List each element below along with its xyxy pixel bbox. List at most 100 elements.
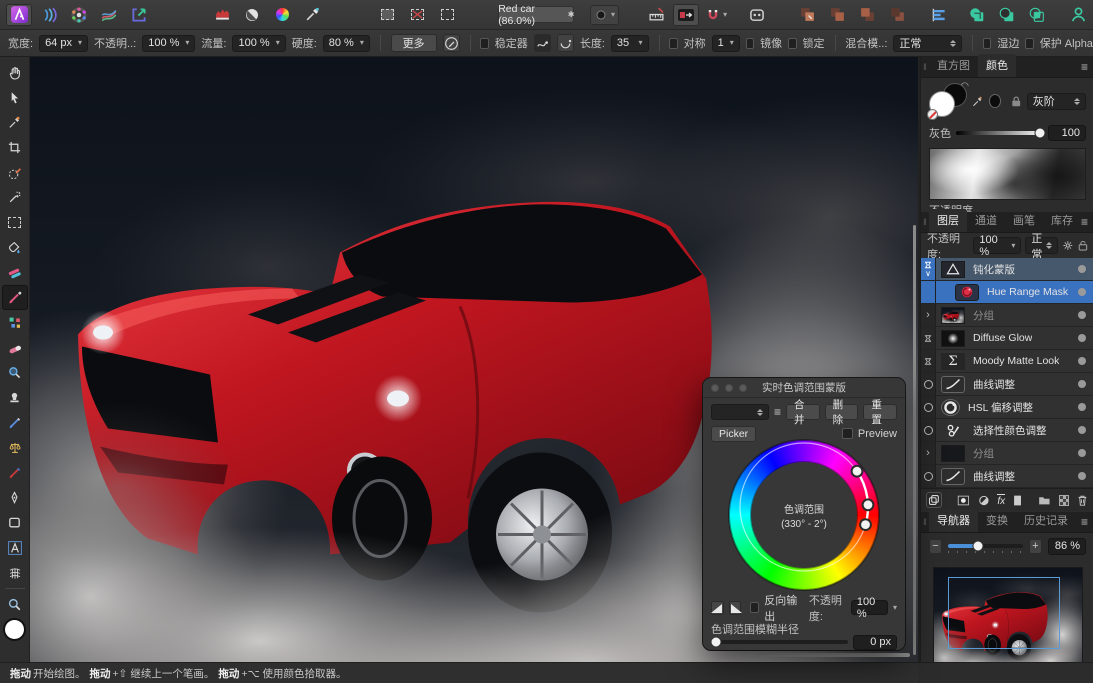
selection-brush-tool[interactable] <box>2 160 28 185</box>
paint-mixer-brush-tool[interactable] <box>2 460 28 485</box>
reset-button[interactable]: 重置 <box>863 404 897 420</box>
blur-radius-slider[interactable] <box>711 640 848 644</box>
tab-history[interactable]: 历史记录 <box>1016 509 1076 532</box>
lock-icon[interactable] <box>1011 95 1021 108</box>
panel-grip[interactable]: ‖ <box>921 512 929 532</box>
tab-histogram[interactable]: 直方图 <box>929 54 978 77</box>
pen-tool[interactable] <box>2 485 28 510</box>
layer-row-unsharp-mask[interactable]: ∨ 钝化蒙版 <box>921 258 1093 281</box>
flood-select-tool[interactable] <box>2 185 28 210</box>
delete-button[interactable]: 删除 <box>825 404 859 420</box>
gray-slider-knob[interactable] <box>1035 128 1046 139</box>
move-by-whole-pixels-button[interactable]: ▾ <box>703 4 729 26</box>
layer-row-group-2[interactable]: › 分组 <box>921 442 1093 465</box>
add-mask-icon[interactable] <box>957 494 970 507</box>
mirror-checkbox[interactable] <box>746 38 754 49</box>
layer-row-group-1[interactable]: › <box>921 304 1093 327</box>
account-button[interactable] <box>1065 4 1091 26</box>
auto-white-balance-button[interactable] <box>299 4 325 26</box>
select-all-button[interactable] <box>375 4 401 26</box>
boolean-intersect-button[interactable] <box>1024 4 1050 26</box>
tab-channels[interactable]: 通道 <box>967 209 1005 232</box>
hue-wheel[interactable]: 色调范围 (330° - 2°) <box>729 440 879 590</box>
preset-dropdown[interactable] <box>711 404 769 420</box>
picker-button[interactable]: Picker <box>711 426 756 442</box>
zoom-in-button[interactable]: + <box>1029 539 1042 554</box>
minimize-window-button[interactable] <box>725 384 733 392</box>
photo-persona-button[interactable] <box>6 4 32 26</box>
preview-checkbox[interactable] <box>842 428 853 439</box>
dodge-burn-tool[interactable] <box>2 435 28 460</box>
hardness-field[interactable]: 80 %▾ <box>323 35 370 52</box>
document-tab[interactable]: Red car (86.0%) ✱ <box>498 6 574 23</box>
liquify-persona-button[interactable] <box>36 4 62 26</box>
blend-mode-dropdown[interactable]: 正常 <box>893 35 962 52</box>
layer-row-diffuse-glow[interactable]: Diffuse Glow <box>921 327 1093 350</box>
collapse-icon[interactable]: › <box>926 447 930 459</box>
move-backward-button[interactable] <box>854 4 880 26</box>
zoom-slider[interactable] <box>948 544 1023 548</box>
symmetry-count-field[interactable]: 1▾ <box>712 35 740 52</box>
gray-preview-box[interactable] <box>929 148 1086 200</box>
blur-radius-value[interactable]: 0 px <box>853 635 897 650</box>
assistant-button[interactable] <box>744 4 770 26</box>
invert-selection-button[interactable] <box>435 4 461 26</box>
color-replacement-brush-tool[interactable] <box>2 310 28 335</box>
panel-grip[interactable]: ‖ <box>921 57 929 77</box>
width-field[interactable]: 64 px▾ <box>39 35 88 52</box>
boolean-subtract-button[interactable] <box>994 4 1020 26</box>
navigator-viewport-rect[interactable] <box>948 577 1060 649</box>
marquee-tool[interactable] <box>2 210 28 235</box>
merge-button[interactable]: 合并 <box>786 404 820 420</box>
layer-row-hue-range-mask[interactable]: Hue Range Mask <box>921 281 1093 304</box>
symmetry-checkbox[interactable] <box>669 38 677 49</box>
protect-alpha-checkbox[interactable] <box>1025 38 1033 49</box>
layer-visibility-toggle[interactable] <box>1078 380 1086 388</box>
tab-color[interactable]: 颜色 <box>978 54 1016 77</box>
invert-output-checkbox[interactable] <box>750 602 759 613</box>
zoom-slider-knob[interactable] <box>972 541 983 552</box>
layer-row-curves-1[interactable]: 曲线调整 <box>921 373 1093 396</box>
lock-checkbox[interactable] <box>788 38 796 49</box>
ramp-up-button[interactable] <box>711 601 724 615</box>
flood-fill-tool[interactable] <box>2 235 28 260</box>
deselect-button[interactable] <box>405 4 431 26</box>
gradient-tool[interactable] <box>2 260 28 285</box>
layer-row-hsl-shift[interactable]: HSL 偏移调整 <box>921 396 1093 419</box>
export-persona-button[interactable] <box>126 4 152 26</box>
layer-blend-dropdown[interactable]: 正常 <box>1025 237 1058 254</box>
zoom-window-button[interactable] <box>739 384 747 392</box>
blur-radius-knob[interactable] <box>711 637 722 648</box>
layer-visibility-toggle[interactable] <box>1078 288 1086 296</box>
stabilizer-checkbox[interactable] <box>480 38 488 49</box>
canvas-vertical-scrollbar[interactable] <box>913 225 916 655</box>
color-mode-dropdown[interactable]: 灰阶 <box>1027 93 1086 110</box>
layer-visibility-toggle[interactable] <box>1078 449 1086 457</box>
zoom-tool[interactable] <box>2 592 28 617</box>
ramp-down-button[interactable] <box>729 601 742 615</box>
layer-lock-icon[interactable] <box>1078 239 1088 252</box>
layer-row-curves-2[interactable]: 曲线调整 <box>921 465 1093 488</box>
boolean-add-button[interactable] <box>964 4 990 26</box>
navigator-thumbnail[interactable] <box>933 567 1083 670</box>
layer-visibility-toggle[interactable] <box>1078 265 1086 273</box>
panel-menu-icon[interactable]: ≡ <box>1081 215 1088 229</box>
layer-visibility-toggle[interactable] <box>1078 334 1086 342</box>
layer-settings-gear-icon[interactable] <box>1062 239 1074 252</box>
rope-stabilizer-button[interactable] <box>534 34 551 52</box>
tab-navigator[interactable]: 导航器 <box>929 509 978 532</box>
shape-tool[interactable] <box>2 510 28 535</box>
add-layer-effects-icon[interactable]: fx <box>997 494 1005 507</box>
text-tool[interactable] <box>2 535 28 560</box>
chevron-down-icon[interactable]: ▾ <box>893 604 897 612</box>
clone-stamp-tool[interactable] <box>2 385 28 410</box>
dialog-titlebar[interactable]: 实时色调范围蒙版 <box>703 378 905 398</box>
smudge-tool[interactable] <box>2 410 28 435</box>
panel-menu-icon[interactable]: ≡ <box>1081 60 1088 74</box>
move-forward-button[interactable] <box>824 4 850 26</box>
move-to-front-button[interactable] <box>794 4 820 26</box>
collapse-icon[interactable]: › <box>926 309 930 321</box>
color-wells[interactable]: ⤺ <box>929 83 966 119</box>
gray-slider[interactable] <box>956 131 1043 135</box>
window-stabilizer-button[interactable] <box>557 34 574 52</box>
